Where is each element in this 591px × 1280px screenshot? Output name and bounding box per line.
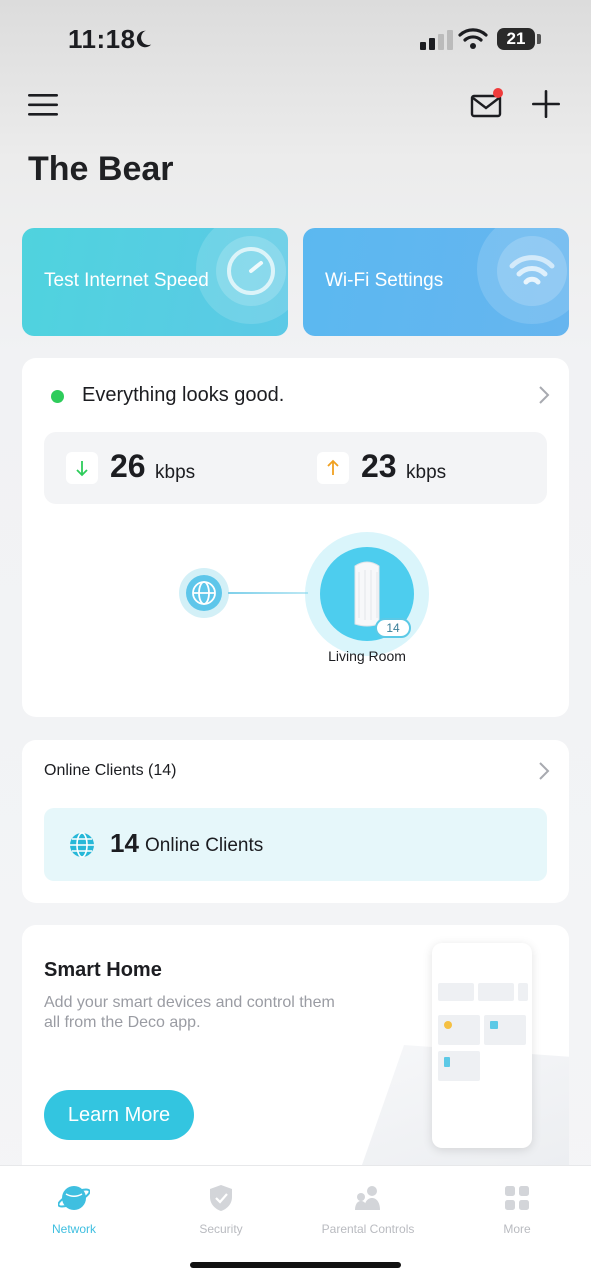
tab-more[interactable]: More: [457, 1182, 577, 1236]
deco-router-icon: [354, 561, 380, 627]
online-clients-label: Online Clients: [145, 835, 264, 856]
smart-home-description: Add your smart devices and control them …: [44, 994, 335, 1031]
phone-illustration: [432, 943, 532, 1148]
tab-parental-controls[interactable]: Parental Controls: [308, 1182, 428, 1236]
network-status-card: Everything looks good. 26 kbps 23 kbps 1…: [22, 358, 569, 717]
battery-cap: [537, 34, 541, 44]
test-internet-speed-button[interactable]: Test Internet Speed: [22, 228, 288, 336]
network-status-text: Everything looks good.: [82, 384, 285, 406]
online-clients-count: 14: [110, 828, 139, 858]
status-bar: 11:18 21: [0, 0, 591, 80]
page-title: The Bear: [28, 150, 174, 188]
moon-icon: [136, 30, 152, 48]
home-indicator: [190, 1262, 401, 1268]
connection-line: [228, 592, 308, 594]
online-clients-summary[interactable]: 14 Online Clients: [44, 808, 547, 881]
online-clients-title: Online Clients (14): [44, 762, 177, 779]
tab-more-label: More: [503, 1222, 531, 1236]
upload-speed-unit: kbps: [406, 462, 447, 483]
download-speed-unit: kbps: [155, 462, 196, 483]
node-client-count-badge: 14: [375, 618, 411, 638]
node-name-label: Living Room: [328, 648, 406, 664]
network-globe-icon: [58, 1186, 90, 1210]
internet-node[interactable]: [179, 568, 229, 618]
upload-speed-value: 23: [361, 448, 397, 484]
speedometer-icon: [227, 247, 275, 295]
tab-security[interactable]: Security: [161, 1182, 281, 1236]
family-icon: [355, 1186, 380, 1210]
battery-indicator: 21: [497, 28, 535, 50]
shield-icon: [210, 1185, 232, 1211]
chevron-right-icon[interactable]: [537, 760, 551, 782]
download-arrow-icon: [66, 452, 98, 484]
internet-globe-icon: [186, 575, 222, 611]
grid-icon: [505, 1186, 529, 1210]
upload-arrow-icon: [317, 452, 349, 484]
smart-home-card: Smart Home Add your smart devices and co…: [22, 925, 569, 1165]
online-clients-card[interactable]: Online Clients (14) 14 Online Clients: [22, 740, 569, 903]
add-icon[interactable]: [530, 88, 562, 120]
tab-network-label: Network: [51, 1222, 96, 1236]
tab-network[interactable]: Network: [14, 1182, 134, 1236]
test-internet-speed-label: Test Internet Speed: [44, 270, 209, 291]
hamburger-menu-icon[interactable]: [28, 92, 60, 118]
wifi-icon: [509, 255, 555, 285]
wifi-settings-button[interactable]: Wi-Fi Settings: [303, 228, 569, 336]
wifi-status-icon: [458, 28, 488, 49]
speed-summary: 26 kbps 23 kbps: [44, 432, 547, 504]
chevron-right-icon[interactable]: [537, 384, 551, 406]
mail-icon[interactable]: [470, 88, 504, 120]
status-indicator-dot: [51, 390, 64, 403]
tab-parental-controls-label: Parental Controls: [321, 1222, 415, 1236]
cellular-signal-icon: [420, 30, 453, 50]
wifi-settings-label: Wi-Fi Settings: [325, 270, 444, 291]
status-time: 11:18: [68, 24, 136, 54]
tab-security-label: Security: [199, 1222, 243, 1236]
globe-icon: [70, 832, 94, 858]
smart-home-title: Smart Home: [44, 959, 162, 981]
download-speed-value: 26: [110, 448, 146, 484]
learn-more-button[interactable]: Learn More: [44, 1090, 194, 1140]
